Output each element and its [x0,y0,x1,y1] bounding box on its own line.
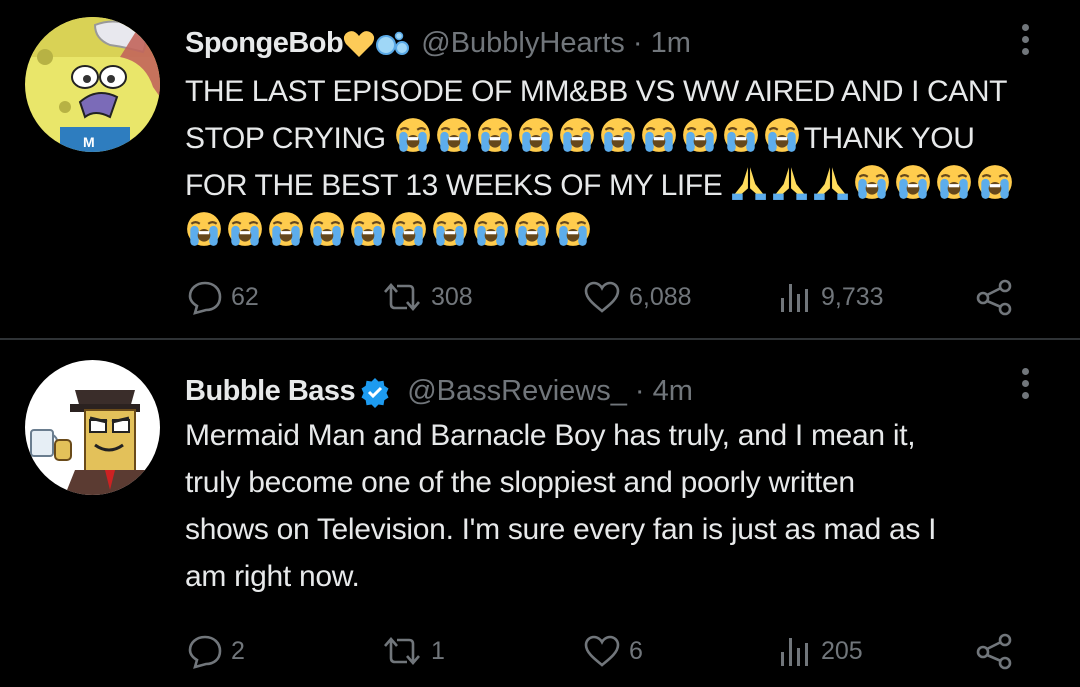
views-button[interactable]: 205 [777,631,863,671]
text-line: am right now. [185,560,360,593]
like-count: 6 [629,636,643,665]
yellow-heart-icon [344,31,375,58]
display-name[interactable]: Bubble Bass [185,375,356,407]
crying-emoji [517,116,555,154]
crying-emoji [554,210,592,248]
views-icon [781,284,808,312]
tweet-bubble-bass[interactable]: Bubble Bass @BassReviews_ · 4m Mermaid M… [0,340,1080,687]
tweet-text: Mermaid Man and Barnacle Boy has truly, … [185,412,1035,600]
crying-emoji [476,116,514,154]
share-button[interactable] [975,631,1023,671]
like-count: 6,088 [629,282,692,311]
crying-emoji [935,163,973,201]
praying-hands-emoji [730,163,768,201]
retweet-count: 1 [431,636,445,665]
tweet-header: SpongeBob @BubblyHearts · 1m [185,25,691,61]
crying-emoji [976,163,1014,201]
tweet-header: Bubble Bass @BassReviews_ · 4m [185,373,693,409]
tweet-actions: 2 1 6 205 [0,631,1080,671]
timestamp[interactable]: 1m [651,27,691,59]
retweet-icon [384,637,420,665]
text-line: FOR THE BEST 13 WEEKS OF MY LIFE [185,162,1035,209]
views-icon [781,638,808,666]
more-icon[interactable] [1022,24,1032,60]
like-button[interactable]: 6,088 [583,277,692,317]
view-count: 9,733 [821,282,884,311]
text-line: shows on Television. I'm sure every fan … [185,513,937,546]
crying-emoji [308,210,346,248]
text-segment: THANK YOU [803,122,975,155]
tweet-text: THE LAST EPISODE OF MM&BB VS WW AIRED AN… [185,68,1035,256]
tweet-actions: 62 308 6,088 9,733 [0,277,1080,317]
retweet-button[interactable]: 1 [381,631,445,671]
svg-text:M: M [83,134,95,150]
crying-emoji [599,116,637,154]
like-icon [584,635,620,667]
crying-emoji [431,210,469,248]
retweet-count: 308 [431,282,473,311]
reply-icon [188,281,222,315]
verified-icon [361,378,389,409]
crying-emoji [394,116,432,154]
reply-count: 62 [231,282,259,311]
text-line: THE LAST EPISODE OF MM&BB VS WW AIRED AN… [185,75,1008,108]
reply-count: 2 [231,636,245,665]
share-icon [976,279,1012,316]
text-line: STOP CRYING THANK YOU [185,115,1035,162]
share-icon [976,633,1012,670]
handle[interactable]: @BassReviews_ [407,375,627,407]
text-line [185,209,1035,256]
crying-emoji [513,210,551,248]
view-count: 205 [821,636,863,665]
crying-emoji [349,210,387,248]
text-segment: STOP CRYING [185,122,386,155]
separator: · [624,27,651,59]
crying-emoji [853,163,891,201]
text-line: Mermaid Man and Barnacle Boy has truly, … [185,419,916,452]
crying-emoji [267,210,305,248]
crying-emoji [763,116,801,154]
tweet-spongebob[interactable]: M SpongeBob @BubblyHearts · 1m THE LAST … [0,0,1080,338]
praying-hands-emoji-run [730,169,853,202]
crying-emoji [894,163,932,201]
more-icon[interactable] [1022,368,1032,404]
crying-emoji-run [185,216,595,249]
handle[interactable]: @BubblyHearts [421,27,625,59]
retweet-button[interactable]: 308 [381,277,473,317]
views-button[interactable]: 9,733 [777,277,884,317]
reply-button[interactable]: 2 [187,631,245,671]
crying-emoji [558,116,596,154]
crying-emoji [640,116,678,154]
timestamp[interactable]: 4m [653,375,693,407]
reply-icon [188,635,222,669]
praying-hands-emoji [812,163,850,201]
praying-hands-emoji [771,163,809,201]
crying-emoji [681,116,719,154]
bubbles-icon [376,32,410,56]
separator: · [626,375,653,407]
crying-emoji-run [853,169,1017,202]
like-icon [584,281,620,313]
crying-emoji [226,210,264,248]
crying-emoji [390,210,428,248]
crying-emoji [722,116,760,154]
crying-emoji [472,210,510,248]
crying-emoji [185,210,223,248]
reply-button[interactable]: 62 [187,277,259,317]
retweet-icon [384,283,420,311]
crying-emoji [435,116,473,154]
text-segment: FOR THE BEST 13 WEEKS OF MY LIFE [185,169,723,202]
crying-emoji-run [394,122,804,155]
display-name[interactable]: SpongeBob [185,27,344,59]
avatar[interactable] [25,360,160,495]
like-button[interactable]: 6 [583,631,643,671]
text-line: truly become one of the sloppiest and po… [185,466,855,499]
share-button[interactable] [975,277,1023,317]
avatar[interactable]: M [25,17,160,152]
